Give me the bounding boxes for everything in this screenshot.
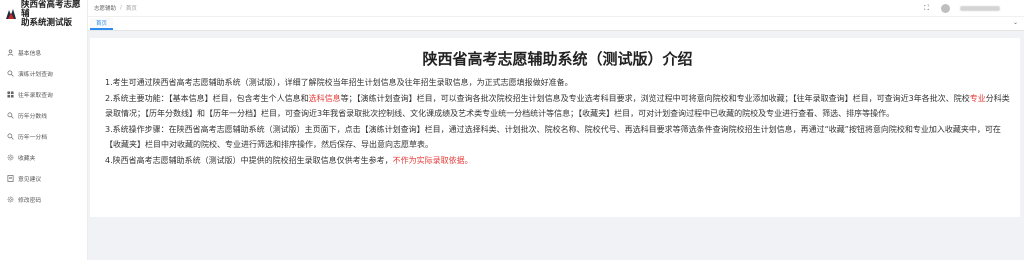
sidebar-item-basic-info[interactable]: 基本信息 — [0, 42, 87, 63]
breadcrumb-root[interactable]: 志愿辅助 — [94, 4, 116, 12]
sidebar-item-score-segments[interactable]: 历年一分档 — [0, 126, 87, 147]
app-title-line2: 助系统测试版 — [21, 17, 73, 28]
tab-home[interactable]: 首页 — [90, 18, 114, 30]
username-blurred[interactable] — [960, 6, 1000, 11]
p3-text: 3.系统操作步骤：在陕西省高考志愿辅助系统（测试版）主页面下，点击【演练计划查询… — [105, 124, 1001, 150]
sidebar-item-feedback[interactable]: 意见建议 — [0, 168, 87, 189]
tab-bar: 首页 ⌄ — [88, 17, 1024, 31]
user-icon — [7, 49, 14, 56]
sidebar-item-favorites[interactable]: 收藏夹 — [0, 147, 87, 168]
avatar[interactable] — [941, 4, 950, 13]
p1-text: 1.考生可通过陕西省高考志愿辅助系统（测试版），详细了解院校当年招生计划信息及往… — [105, 78, 573, 87]
sidebar-item-label: 收藏夹 — [18, 156, 36, 162]
sidebar-item-change-password[interactable]: 修改密码 — [0, 189, 87, 210]
intro-paragraph-3: 3.系统操作步骤：在陕西省高考志愿辅助系统（测试版）主页面下，点击【演练计划查询… — [105, 122, 1010, 153]
gear-icon — [7, 154, 14, 161]
sidebar-item-score-lines[interactable]: 历年分数线 — [0, 105, 87, 126]
gear-icon — [7, 196, 14, 203]
sidebar-item-past-admission[interactable]: 往年录取查询 — [0, 84, 87, 105]
p2-highlight-1: 选科信息 — [308, 93, 341, 103]
page-title: 陕西省高考志愿辅助系统（测试版）介绍 — [422, 50, 693, 68]
p2-highlight-2: 专业 — [969, 93, 986, 103]
sidebar-item-label: 历年分数线 — [18, 114, 47, 120]
sidebar-item-label: 基本信息 — [18, 51, 42, 57]
app-title-line1: 陕西省高考志愿辅 — [21, 0, 81, 19]
p4-text: 4.陕西省高考志愿辅助系统（测试版）中提供的院校招生录取信息仅供考生参考， — [105, 155, 393, 165]
search-icon — [7, 133, 14, 140]
sidebar-item-label: 意见建议 — [18, 177, 42, 183]
chevron-down-icon[interactable]: ⌄ — [1013, 19, 1018, 26]
sidebar-item-label: 往年录取查询 — [18, 93, 53, 99]
logo-icon — [4, 7, 18, 21]
grid-icon — [7, 91, 14, 98]
intro-paragraph-1: 1.考生可通过陕西省高考志愿辅助系统（测试版），详细了解院校当年招生计划信息及往… — [105, 75, 1010, 91]
intro-card: 陕西省高考志愿辅助系统（测试版）介绍 1.考生可通过陕西省高考志愿辅助系统（测试… — [90, 38, 1020, 217]
sidebar-menu: 基本信息 演练计划查询 往年录取查询 历年分数线 历年一分档 收藏夹 意见建议 — [0, 42, 87, 210]
breadcrumb-separator: / — [120, 5, 122, 11]
p2-text-b: 等；【演练计划查询】栏目，可以查询各批次院校招生计划信息及专业选考科目要求，浏览… — [340, 93, 970, 103]
sidebar: 陕西省高考志愿辅 助系统测试版 基本信息 演练计划查询 往年录取查询 历年分数线… — [0, 0, 88, 260]
header-actions: ⛶ — [924, 0, 1000, 17]
p2-text-a: 2.系统主要功能：【基本信息】栏目，包含考生个人信息和 — [105, 93, 309, 103]
breadcrumb-current: 首页 — [125, 6, 137, 12]
sidebar-item-label: 历年一分档 — [18, 135, 47, 141]
search-icon — [7, 112, 14, 119]
sidebar-item-label: 修改密码 — [18, 198, 42, 204]
top-header: 志愿辅助 / 首页 ⛶ — [88, 0, 1024, 17]
intro-paragraph-4: 4.陕西省高考志愿辅助系统（测试版）中提供的院校招生录取信息仅供考生参考，不作为… — [105, 153, 1010, 169]
main-content: 陕西省高考志愿辅助系统（测试版）介绍 1.考生可通过陕西省高考志愿辅助系统（测试… — [88, 31, 1024, 260]
intro-paragraph-2: 2.系统主要功能：【基本信息】栏目，包含考生个人信息和选科信息等；【演练计划查询… — [105, 91, 1010, 122]
fullscreen-icon[interactable]: ⛶ — [924, 4, 931, 13]
app-logo[interactable]: 陕西省高考志愿辅 助系统测试版 — [0, 0, 87, 28]
document-icon — [7, 175, 14, 182]
sidebar-item-plan-query[interactable]: 演练计划查询 — [0, 63, 87, 84]
search-icon — [7, 70, 14, 77]
p4-highlight: 不作为实际录取依据。 — [392, 155, 473, 165]
tab-home-label: 首页 — [96, 21, 108, 27]
sidebar-item-label: 演练计划查询 — [18, 72, 53, 78]
